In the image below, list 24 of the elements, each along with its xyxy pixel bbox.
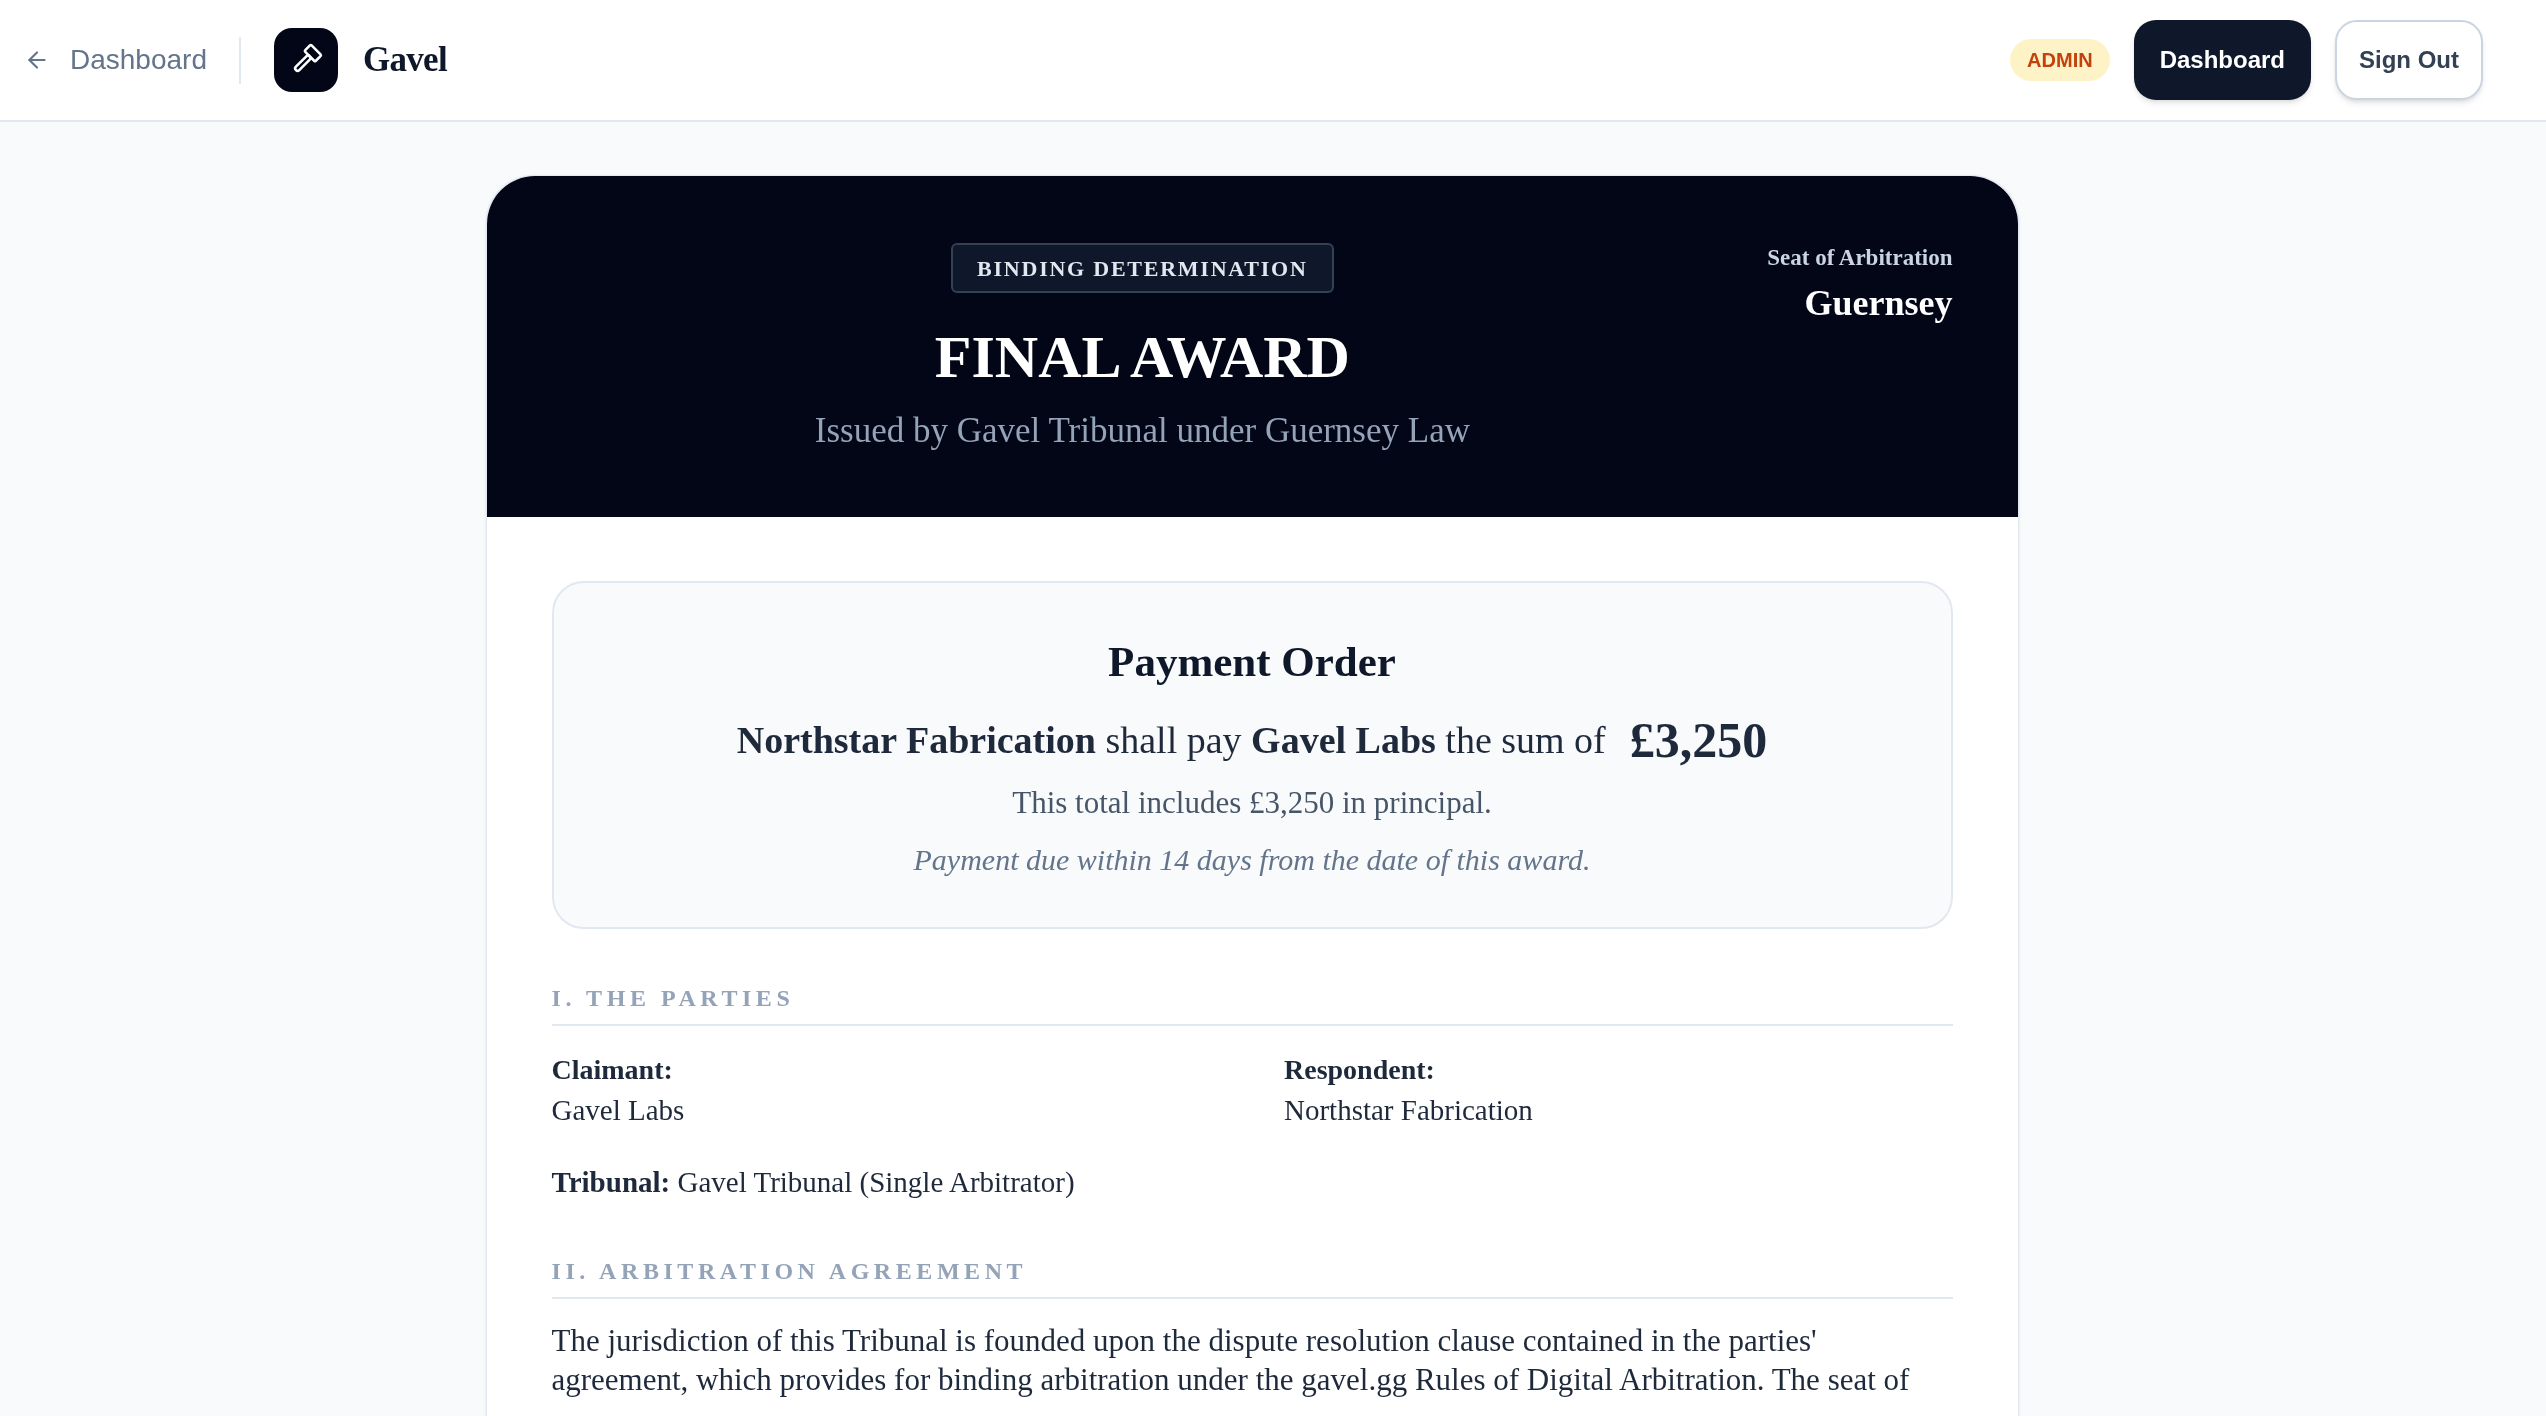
sign-out-button[interactable]: Sign Out <box>2335 20 2483 100</box>
seat-label: Seat of Arbitration <box>1767 244 1953 272</box>
brand-name: Gavel <box>363 38 447 81</box>
section-heading: II. ARBITRATION AGREEMENT <box>551 1258 1028 1284</box>
dashboard-button[interactable]: Dashboard <box>2133 20 2311 100</box>
principal-note: This total includes £3,250 in principal. <box>1012 784 1492 822</box>
tribunal-text: Tribunal: Gavel Tribunal (Single Arbitrator) <box>551 1165 1075 1200</box>
payment-order-title: Payment Order <box>1108 637 1396 687</box>
due-note: Payment due within 14 days from the date of this award. <box>913 842 1591 878</box>
award-title: FINAL AWARD <box>934 323 1350 392</box>
role-badge: ADMIN <box>2010 39 2110 81</box>
payment-statement: Northstar Fabrication shall pay Gavel Labs the sum of <box>736 718 1606 763</box>
party-label: Claimant: <box>551 1053 673 1087</box>
section-paragraph: The jurisdiction of this Tribunal is founded upon the dispute resolution clause contained in the parties' agreement, which provides for binding arbitration under the gavel.gg Rules of Digital Arbitration. The seat of <box>551 1322 1910 1399</box>
seat-value: Guernsey <box>1804 283 1953 323</box>
gavel-logo-icon <box>274 28 338 92</box>
award-subtitle: Issued by Gavel Tribunal under Guernsey Law <box>814 411 1470 451</box>
party-name: Gavel Labs <box>551 1093 685 1128</box>
determination-badge: BINDING DETERMINATION <box>951 243 1334 293</box>
party-label: Respondent: <box>1284 1053 1435 1087</box>
party-name: Northstar Fabrication <box>1284 1093 1533 1128</box>
award-amount: £3,250 <box>1629 711 1768 770</box>
back-link[interactable]: Dashboard <box>24 39 207 81</box>
section-heading: I. THE PARTIES <box>551 985 795 1011</box>
